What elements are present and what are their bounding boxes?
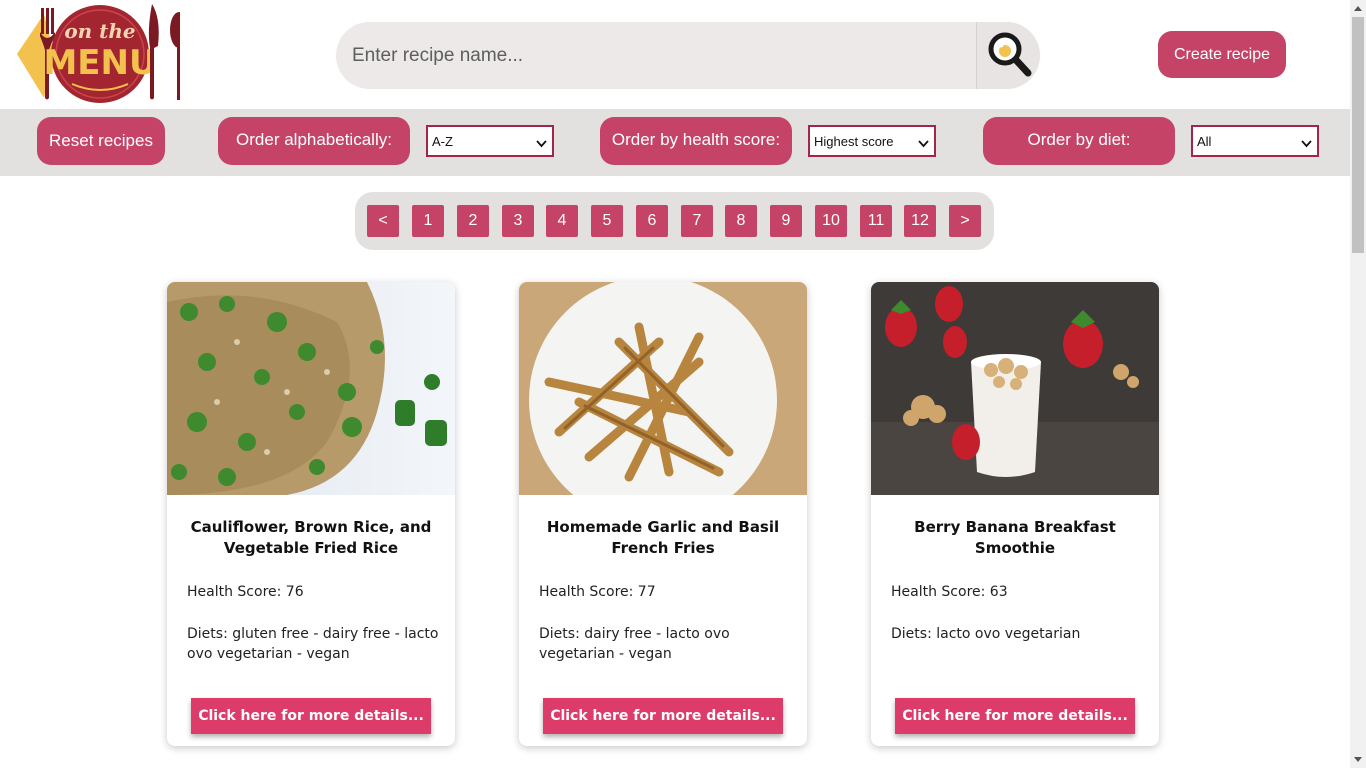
page-8-button[interactable]: 8 [725, 205, 757, 237]
prev-page-button[interactable]: < [367, 205, 399, 237]
health-score-select[interactable]: Highest score [808, 125, 936, 157]
chevron-down-icon [918, 136, 929, 151]
page-10-button[interactable]: 10 [815, 205, 847, 237]
page-3-button[interactable]: 3 [502, 205, 534, 237]
header: on the MENU Create recipe [0, 0, 1350, 109]
recipe-image-fried-rice [167, 282, 455, 495]
magnifier-icon [986, 30, 1032, 81]
reset-recipes-button[interactable]: Reset recipes [37, 117, 165, 165]
recipe-diets: Diets: dairy free - lacto ovo vegetarian… [539, 626, 730, 662]
order-alphabetically-label: Order alphabetically: [218, 117, 410, 165]
page-7-button[interactable]: 7 [681, 205, 713, 237]
page-11-button[interactable]: 11 [860, 205, 892, 237]
recipe-details-button[interactable]: Click here for more details... [543, 698, 783, 734]
recipe-health-score: Health Score: 76 [187, 584, 304, 600]
recipe-image-french-fries [519, 282, 807, 495]
page-12-button[interactable]: 12 [904, 205, 936, 237]
recipe-title: Homemade Garlic and Basil French Fries [546, 518, 780, 557]
pagination: < 1 2 3 4 5 6 7 8 9 10 11 12 > [355, 192, 994, 250]
chevron-down-icon [1301, 136, 1312, 151]
chevron-down-icon [536, 136, 547, 151]
recipe-card: Berry Banana Breakfast Smoothie Health S… [871, 282, 1159, 746]
alphabetical-order-select[interactable]: A-Z [426, 125, 554, 157]
page-9-button[interactable]: 9 [770, 205, 802, 237]
scroll-down-icon[interactable] [1350, 751, 1366, 768]
create-recipe-button[interactable]: Create recipe [1158, 31, 1286, 78]
recipe-card: Homemade Garlic and Basil French Fries H… [519, 282, 807, 746]
search-button[interactable] [976, 22, 1040, 89]
recipe-title: Cauliflower, Brown Rice, and Vegetable F… [190, 518, 432, 557]
page-1-button[interactable]: 1 [412, 205, 444, 237]
svg-text:MENU: MENU [43, 43, 156, 83]
page-6-button[interactable]: 6 [636, 205, 668, 237]
scrollbar-thumb[interactable] [1352, 17, 1364, 253]
search-bar [336, 22, 1040, 89]
recipe-details-button[interactable]: Click here for more details... [895, 698, 1135, 734]
recipe-health-score: Health Score: 63 [891, 584, 1008, 600]
recipe-title: Berry Banana Breakfast Smoothie [914, 518, 1116, 557]
svg-text:on the: on the [64, 19, 135, 43]
next-page-button[interactable]: > [949, 205, 981, 237]
alphabetical-order-value: A-Z [432, 133, 453, 149]
page-5-button[interactable]: 5 [591, 205, 623, 237]
diet-value: All [1197, 133, 1212, 149]
recipe-card: Cauliflower, Brown Rice, and Vegetable F… [167, 282, 455, 746]
recipe-diets: Diets: lacto ovo vegetarian [891, 626, 1081, 642]
health-score-value: Highest score [814, 133, 894, 149]
search-input[interactable] [336, 22, 976, 89]
recipe-diets: Diets: gluten free - dairy free - lacto … [187, 626, 439, 662]
order-by-health-label: Order by health score: [600, 117, 792, 165]
page-2-button[interactable]: 2 [457, 205, 489, 237]
recipe-health-score: Health Score: 77 [539, 584, 656, 600]
recipe-image-berry-smoothie [871, 282, 1159, 495]
order-by-diet-label: Order by diet: [983, 117, 1175, 165]
page-4-button[interactable]: 4 [546, 205, 578, 237]
recipe-details-button[interactable]: Click here for more details... [191, 698, 431, 734]
on-the-menu-logo[interactable]: on the MENU [14, 0, 188, 106]
filter-bar: Reset recipes Order alphabetically: A-Z … [0, 109, 1350, 176]
scroll-up-icon[interactable] [1350, 0, 1366, 17]
diet-select[interactable]: All [1191, 125, 1319, 157]
page-scrollbar[interactable] [1350, 0, 1366, 768]
